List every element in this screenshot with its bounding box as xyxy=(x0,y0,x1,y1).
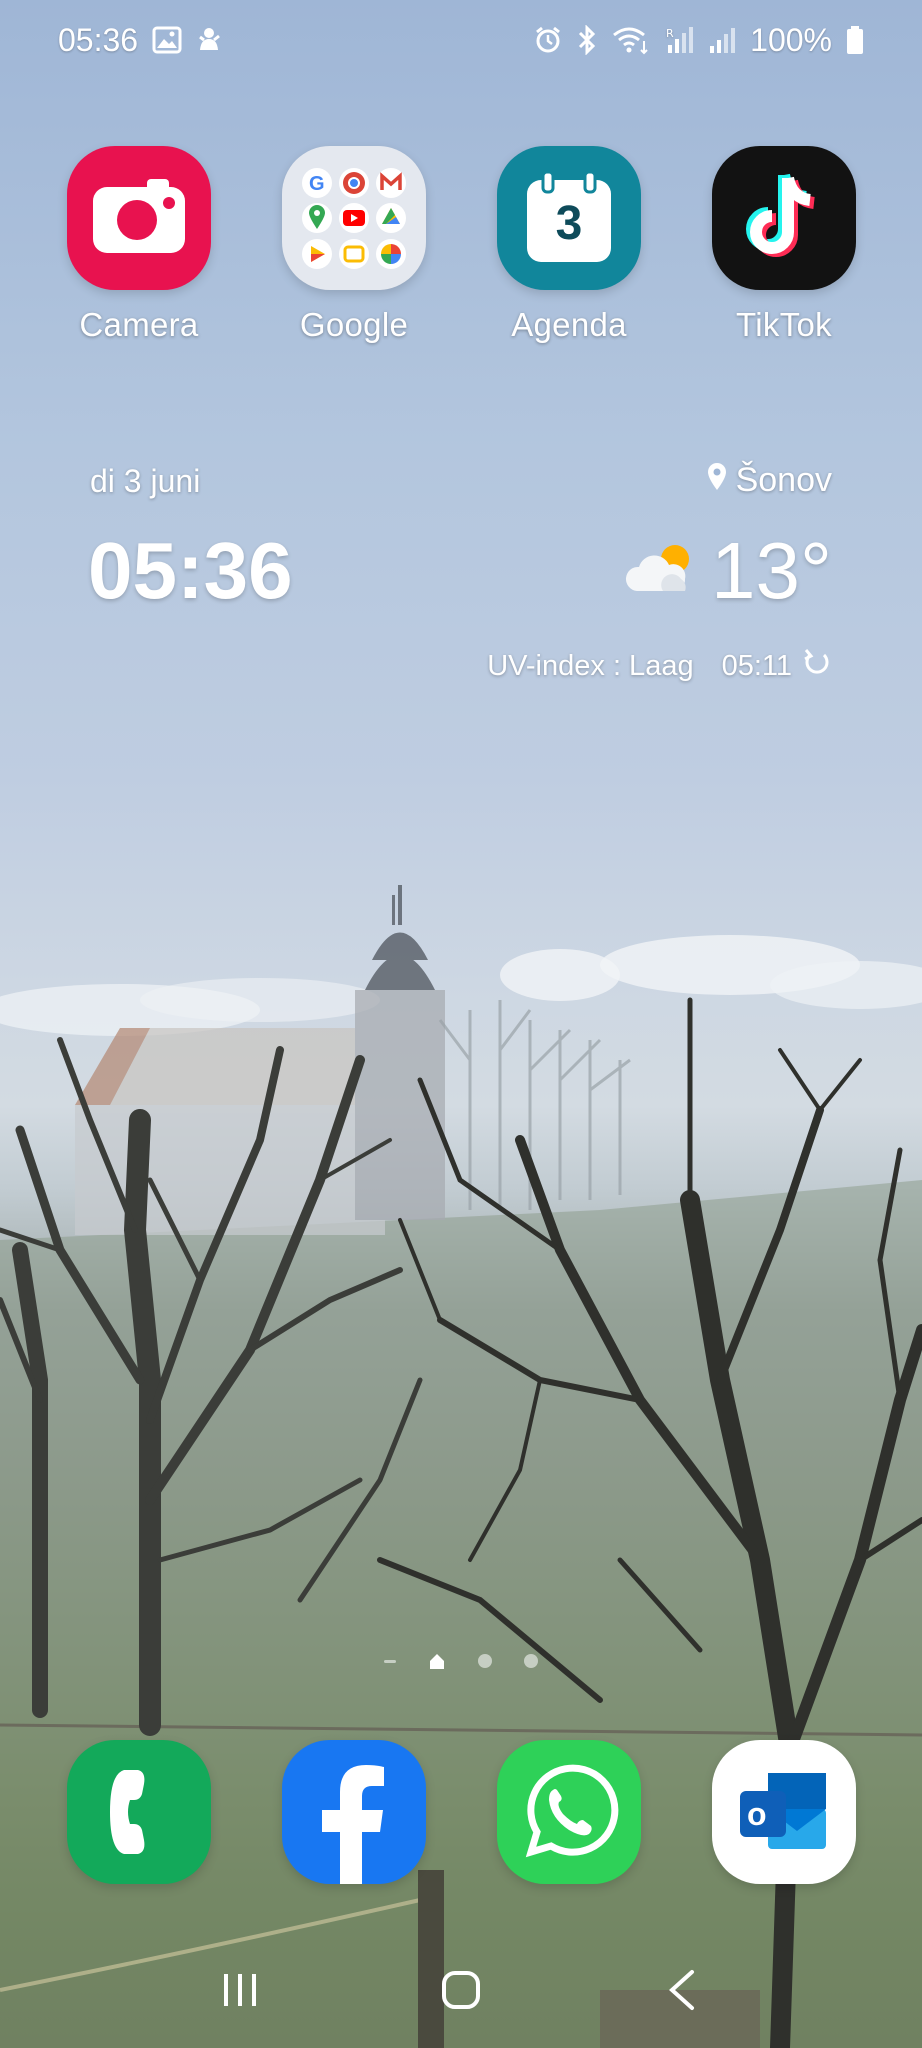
widget-uv-row: UV-index : Laag 05:11 xyxy=(487,647,832,685)
page-indicator[interactable] xyxy=(0,1652,922,1670)
wifi-icon xyxy=(612,25,650,55)
svg-text:o: o xyxy=(747,1796,767,1832)
dock-whatsapp[interactable] xyxy=(474,1740,664,1884)
clock-weather-widget[interactable]: di 3 juni 05:36 Šonov 13° UV-index : Laa… xyxy=(0,455,922,695)
back-icon xyxy=(668,1970,694,2010)
calendar-icon[interactable]: 3 xyxy=(497,146,641,290)
refresh-icon[interactable] xyxy=(802,647,832,685)
partly-cloudy-icon xyxy=(623,539,697,604)
recent-apps-button[interactable] xyxy=(195,1955,285,2025)
battery-icon xyxy=(846,25,864,55)
outlook-icon[interactable]: o xyxy=(712,1740,856,1884)
page-dot-minus-one[interactable] xyxy=(384,1659,396,1663)
temperature: 13° xyxy=(711,526,832,615)
calendar-day: 3 xyxy=(555,196,583,250)
app-label: Agenda xyxy=(511,306,627,343)
status-bar: 05:36 R 100% xyxy=(0,0,922,80)
app-label: Google xyxy=(299,306,409,343)
google-folder-icon[interactable]: G xyxy=(282,146,426,290)
status-bar-right: R 100% xyxy=(534,22,864,59)
location-pin-icon xyxy=(706,461,728,500)
widget-time[interactable]: 05:36 xyxy=(88,525,293,617)
home-page-dot-icon[interactable] xyxy=(428,1652,446,1670)
camera-icon[interactable] xyxy=(67,146,211,290)
app-label: Camera xyxy=(79,306,199,343)
phone-icon[interactable] xyxy=(67,1740,211,1884)
notification-app-icon xyxy=(196,26,222,54)
back-button[interactable] xyxy=(637,1955,727,2025)
navigation-bar xyxy=(0,1950,922,2030)
app-google-folder[interactable]: G Google xyxy=(259,146,449,344)
app-camera[interactable]: Camera xyxy=(44,146,234,344)
page-dot[interactable] xyxy=(478,1654,492,1668)
recent-apps-icon xyxy=(224,1974,257,2006)
home-icon xyxy=(441,1971,480,2009)
widget-date: di 3 juni xyxy=(90,463,201,499)
uv-index: UV-index : Laag xyxy=(487,649,694,682)
status-bar-left: 05:36 xyxy=(58,22,222,59)
dock-phone[interactable] xyxy=(44,1740,234,1884)
bluetooth-icon xyxy=(576,25,598,55)
svg-text:R: R xyxy=(666,27,674,40)
svg-text:G: G xyxy=(309,173,325,195)
app-label: TikTok xyxy=(736,306,832,343)
whatsapp-icon[interactable] xyxy=(497,1740,641,1884)
widget-weather[interactable]: 13° xyxy=(623,525,832,617)
update-info[interactable]: 05:11 xyxy=(722,647,832,685)
battery-percent: 100% xyxy=(750,21,832,58)
signal-r-icon: R xyxy=(664,25,694,55)
status-time: 05:36 xyxy=(58,21,139,58)
app-agenda[interactable]: 3 Agenda xyxy=(474,146,664,344)
signal-icon xyxy=(708,26,736,54)
facebook-icon[interactable] xyxy=(282,1740,426,1884)
location-name: Šonov xyxy=(735,461,832,499)
app-tiktok[interactable]: TikTok xyxy=(689,146,879,344)
alarm-icon xyxy=(534,26,562,54)
page-dot[interactable] xyxy=(524,1654,538,1668)
dock-facebook[interactable] xyxy=(259,1740,449,1884)
dock-outlook[interactable]: o xyxy=(689,1740,879,1884)
gallery-icon xyxy=(152,26,182,54)
tiktok-icon[interactable] xyxy=(712,146,856,290)
widget-location[interactable]: Šonov xyxy=(706,461,832,500)
update-time: 05:11 xyxy=(721,649,792,682)
home-button[interactable] xyxy=(416,1955,506,2025)
